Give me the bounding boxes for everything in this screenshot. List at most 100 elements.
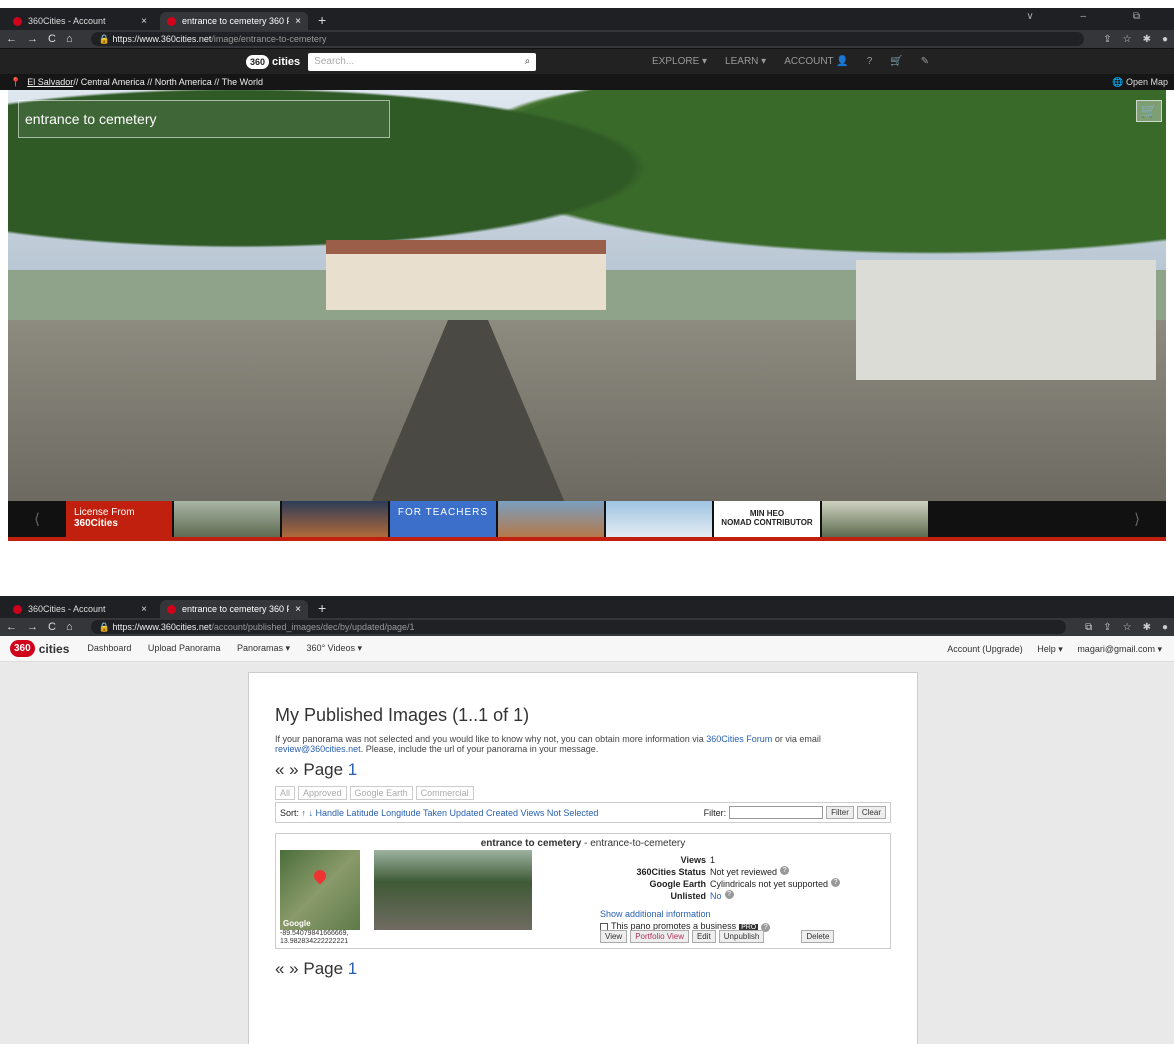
meta-key: 360Cities Status — [636, 867, 706, 877]
page-number[interactable]: 1 — [348, 760, 357, 779]
info-icon[interactable]: ? — [831, 878, 841, 887]
profile-icon[interactable]: ● — [1162, 622, 1168, 633]
url-path: /account/published_images/dec/by/updated… — [211, 622, 415, 632]
back-icon[interactable]: ← — [6, 33, 17, 45]
sort-bar: Sort: ↑ ↓ Handle Latitude Longitude Take… — [275, 802, 891, 823]
license-banner[interactable]: License From 360Cities — [66, 501, 174, 537]
thumbnail[interactable] — [606, 501, 714, 537]
pano-thumbnail[interactable] — [374, 850, 532, 930]
teachers-banner[interactable]: FOR TEACHERS — [390, 501, 498, 537]
menu-help[interactable]: Help ▾ — [1037, 644, 1063, 654]
forum-link[interactable]: 360Cities Forum — [706, 734, 772, 744]
filter-input[interactable] — [729, 806, 824, 819]
star-icon[interactable]: ☆ — [1123, 622, 1132, 633]
menu-dashboard[interactable]: Dashboard — [87, 643, 131, 653]
share-icon[interactable]: ⇪ — [1103, 622, 1111, 633]
menu-panoramas[interactable]: Panoramas ▾ — [237, 643, 290, 653]
tab-commercial[interactable]: Commercial — [415, 786, 474, 800]
meta-value: Not yet reviewed — [710, 867, 778, 877]
home-icon[interactable]: ⌂ — [66, 33, 73, 45]
puzzle-icon[interactable]: ✱ — [1143, 34, 1151, 45]
profile-icon[interactable]: ● — [1162, 34, 1168, 45]
tab-google-earth[interactable]: Google Earth — [349, 786, 413, 800]
reload-icon[interactable]: C — [48, 621, 56, 633]
back-icon[interactable]: ← — [6, 621, 17, 633]
tab-approved[interactable]: Approved — [298, 786, 347, 800]
site-logo[interactable]: 360 cities — [246, 54, 300, 69]
menu-videos[interactable]: 360° Videos ▾ — [307, 643, 363, 653]
home-icon[interactable]: ⌂ — [66, 621, 73, 633]
translate-icon[interactable]: ⧉ — [1085, 622, 1092, 633]
search-input[interactable]: Search... ⌕ — [308, 52, 537, 71]
help-icon[interactable]: ? — [867, 56, 873, 67]
meta-value[interactable]: No — [710, 890, 722, 902]
thumbnail[interactable] — [822, 501, 930, 537]
page-number[interactable]: 1 — [348, 959, 357, 978]
country-link[interactable]: El Salvador — [27, 77, 73, 87]
filter-controls: Filter: Filter Clear — [704, 806, 886, 819]
close-icon[interactable]: × — [141, 16, 147, 27]
new-tab-button[interactable]: + — [318, 600, 326, 616]
menu-user[interactable]: magari@gmail.com ▾ — [1077, 644, 1162, 654]
nav-explore[interactable]: EXPLORE ▾ — [652, 56, 707, 67]
info-icon[interactable]: ? — [780, 866, 790, 875]
nomad-line1: MIN HEO — [749, 509, 785, 518]
nav-learn[interactable]: LEARN ▾ — [725, 56, 766, 67]
tab-all[interactable]: All — [275, 786, 296, 800]
url-field[interactable]: 🔒 https://www.360cities.net/image/entran… — [90, 32, 1085, 46]
filter-label: Filter: — [703, 807, 727, 818]
portfolio-view-button[interactable]: Portfolio View — [630, 930, 689, 943]
window-controls[interactable]: ∨ – ⧉ — [1026, 11, 1162, 22]
delete-button[interactable]: Delete — [801, 930, 835, 943]
close-icon[interactable]: × — [141, 604, 147, 615]
menu-account[interactable]: Account (Upgrade) — [947, 644, 1023, 654]
nomad-banner[interactable]: MIN HEO NOMAD CONTRIBUTOR — [714, 501, 822, 537]
star-icon[interactable]: ☆ — [1123, 34, 1132, 45]
unpublish-button[interactable]: Unpublish — [718, 930, 765, 943]
view-button[interactable]: View — [600, 930, 628, 943]
tab-title: entrance to cemetery 360 Panora — [182, 16, 289, 26]
close-icon[interactable]: × — [295, 604, 301, 615]
tab-panorama[interactable]: entrance to cemetery 360 Panora × — [160, 12, 308, 30]
info-icon[interactable]: ? — [724, 890, 734, 899]
forward-icon[interactable]: → — [27, 33, 38, 45]
menu-upload[interactable]: Upload Panorama — [148, 643, 221, 653]
forward-icon[interactable]: → — [27, 621, 38, 633]
open-map-link[interactable]: 🌐 Open Map — [1112, 77, 1168, 88]
url-field[interactable]: 🔒 https://www.360cities.net/account/publ… — [90, 620, 1067, 634]
thumbnail[interactable] — [174, 501, 282, 537]
pager-arrows[interactable]: « » Page — [275, 959, 343, 978]
cart-button[interactable]: 🛒 — [1136, 100, 1162, 122]
puzzle-icon[interactable]: ✱ — [1143, 622, 1151, 633]
tab-account[interactable]: 360Cities - Account × — [6, 600, 154, 618]
show-more-link[interactable]: Show additional information — [600, 908, 770, 920]
tab-panorama[interactable]: entrance to cemetery 360 Panora × — [160, 600, 308, 618]
close-icon[interactable]: × — [295, 16, 301, 27]
sort-label: Sort: — [280, 807, 300, 818]
pin-icon[interactable]: ✎ — [921, 56, 929, 67]
map-pin-icon — [311, 867, 329, 885]
prev-arrow-icon[interactable]: ⟨ — [8, 501, 66, 537]
pager-arrows[interactable]: « » Page — [275, 760, 343, 779]
url-path: /image/entrance-to-cemetery — [211, 34, 327, 44]
site-logo[interactable]: 360 cities — [10, 640, 69, 657]
search-icon[interactable]: ⌕ — [525, 56, 531, 67]
reload-icon[interactable]: C — [48, 33, 56, 45]
item-title[interactable]: entrance to cemetery — [481, 838, 582, 849]
thumbnail[interactable] — [282, 501, 390, 537]
clear-button[interactable]: Clear — [856, 806, 886, 819]
next-arrow-icon[interactable]: ⟩ — [1108, 501, 1166, 537]
share-icon[interactable]: ⇪ — [1103, 34, 1111, 45]
cart-icon[interactable]: 🛒 — [890, 56, 902, 67]
filter-button[interactable]: Filter — [826, 806, 854, 819]
panorama-viewer[interactable]: entrance to cemetery 🛒 — [8, 90, 1166, 501]
nav-account[interactable]: ACCOUNT 👤 — [784, 56, 849, 67]
tab-account[interactable]: 360Cities - Account × — [6, 12, 154, 30]
thumbnail[interactable] — [498, 501, 606, 537]
map-thumbnail[interactable]: Google — [280, 850, 360, 930]
new-tab-button[interactable]: + — [318, 12, 326, 28]
email-link[interactable]: review@360cities.net — [275, 744, 361, 754]
sort-links[interactable]: ↑ ↓ Handle Latitude Longitude Taken Upda… — [302, 808, 599, 818]
edit-button[interactable]: Edit — [691, 930, 716, 943]
item-handle: - entrance-to-cemetery — [581, 838, 686, 849]
